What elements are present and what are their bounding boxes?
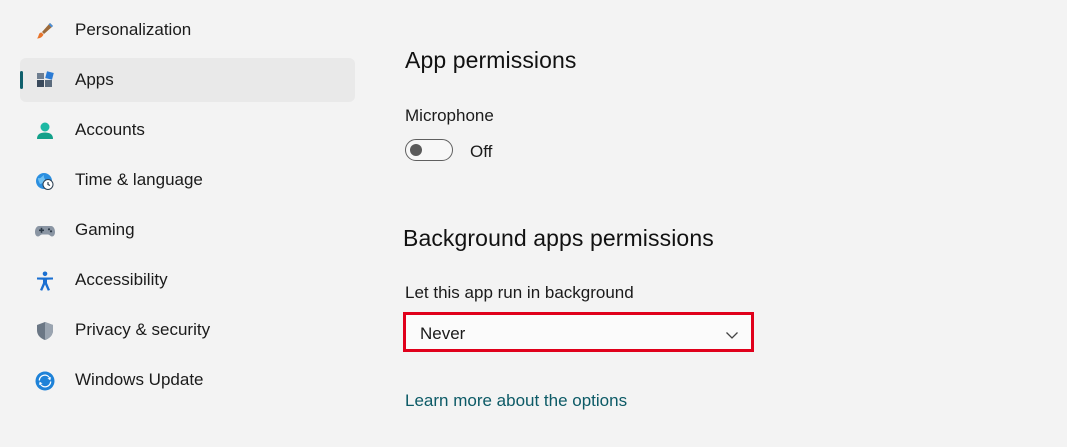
sidebar-item-label: Accessibility <box>75 270 168 289</box>
app-permissions-heading: App permissions <box>405 47 577 73</box>
background-run-dropdown[interactable]: Never <box>403 312 754 352</box>
selection-indicator <box>20 71 23 89</box>
sidebar-item-accessibility[interactable]: Accessibility <box>20 258 355 302</box>
sidebar-item-label: Windows Update <box>75 370 204 389</box>
sidebar-item-label: Apps <box>75 70 114 89</box>
sidebar-item-label: Accounts <box>75 120 145 139</box>
sidebar-item-privacy-security[interactable]: Privacy & security <box>20 308 355 352</box>
toggle-state-label: Off <box>470 142 493 161</box>
run-in-background-label: Let this app run in background <box>405 283 634 302</box>
background-apps-permissions-heading: Background apps permissions <box>403 225 714 251</box>
accessibility-icon <box>34 270 56 292</box>
learn-more-link[interactable]: Learn more about the options <box>405 391 627 411</box>
microphone-toggle[interactable] <box>405 139 453 161</box>
shield-icon <box>34 320 56 342</box>
dropdown-selected-value: Never <box>420 324 466 343</box>
sidebar-item-windows-update[interactable]: Windows Update <box>20 358 355 402</box>
sidebar-item-label: Privacy & security <box>75 320 211 339</box>
person-icon <box>34 120 56 142</box>
sidebar-item-gaming[interactable]: Gaming <box>20 208 355 252</box>
update-icon <box>34 370 56 392</box>
microphone-label: Microphone <box>405 106 494 125</box>
sidebar-item-apps[interactable]: Apps <box>20 58 355 102</box>
sidebar-item-label: Personalization <box>75 20 192 39</box>
globe-clock-icon <box>34 170 56 192</box>
sidebar-item-label: Gaming <box>75 220 135 239</box>
sidebar-item-time-language[interactable]: Time & language <box>20 158 355 202</box>
gamepad-icon <box>34 220 56 242</box>
sidebar-item-accounts[interactable]: Accounts <box>20 108 355 152</box>
settings-sidebar: Personalization Apps Accounts Time & lan… <box>20 8 355 408</box>
paintbrush-icon <box>34 20 56 42</box>
toggle-knob <box>410 143 422 156</box>
sidebar-item-label: Time & language <box>75 170 203 189</box>
chevron-down-icon <box>725 327 739 339</box>
sidebar-item-personalization[interactable]: Personalization <box>20 8 355 52</box>
apps-icon <box>34 70 56 92</box>
